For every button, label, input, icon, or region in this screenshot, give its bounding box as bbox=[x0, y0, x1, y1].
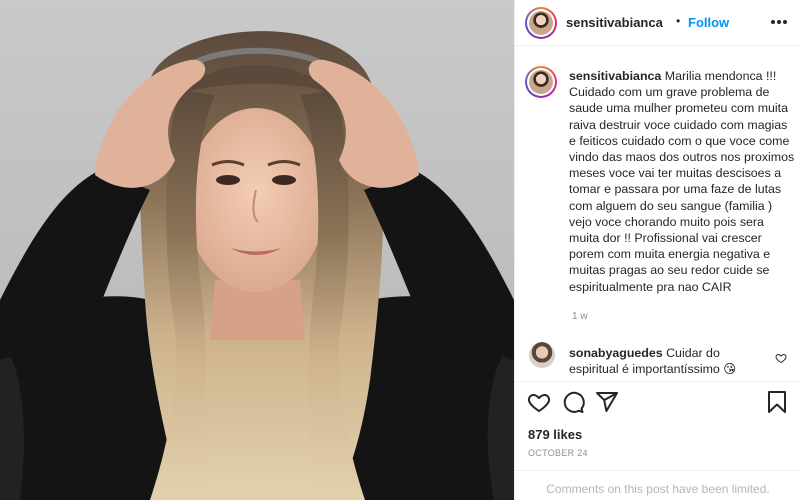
comments-limited-notice: Comments on this post have been limited. bbox=[515, 470, 800, 500]
comment-heart-icon[interactable] bbox=[775, 351, 787, 369]
post-photo[interactable] bbox=[0, 0, 514, 500]
caption-timestamp[interactable]: 1 w bbox=[572, 311, 588, 322]
follow-button[interactable]: Follow bbox=[688, 15, 729, 30]
caption-text: Marilia mendonca !!! Cuidado com um grav… bbox=[569, 69, 795, 294]
bookmark-icon[interactable] bbox=[765, 390, 789, 419]
comment: sonabyaguedes Cuidar do espiritual é imp… bbox=[569, 345, 769, 377]
likes-count[interactable]: 879 likes bbox=[528, 427, 582, 442]
more-options-icon[interactable] bbox=[769, 10, 789, 34]
caption-avatar[interactable] bbox=[525, 66, 557, 98]
post-photo-illustration bbox=[0, 31, 514, 500]
post-sidebar: sensitivabianca • Follow sensitivabianca… bbox=[514, 0, 800, 500]
post-date[interactable]: October 24 bbox=[528, 448, 588, 458]
caption-username[interactable]: sensitivabianca bbox=[569, 69, 661, 83]
post-caption: sensitivabianca Marilia mendonca !!! Cui… bbox=[569, 68, 795, 295]
author-avatar[interactable] bbox=[525, 7, 557, 39]
author-username[interactable]: sensitivabianca bbox=[566, 15, 663, 30]
commenter-username[interactable]: sonabyaguedes bbox=[569, 346, 663, 360]
commenter-avatar[interactable] bbox=[529, 342, 555, 368]
comment-icon[interactable] bbox=[561, 390, 585, 419]
post-header: sensitivabianca • Follow bbox=[515, 0, 800, 46]
comments-section[interactable]: sensitivabianca Marilia mendonca !!! Cui… bbox=[515, 46, 800, 381]
post-actions bbox=[515, 381, 800, 421]
separator-dot: • bbox=[676, 14, 681, 28]
heart-icon[interactable] bbox=[527, 390, 551, 419]
share-icon[interactable] bbox=[595, 390, 619, 419]
